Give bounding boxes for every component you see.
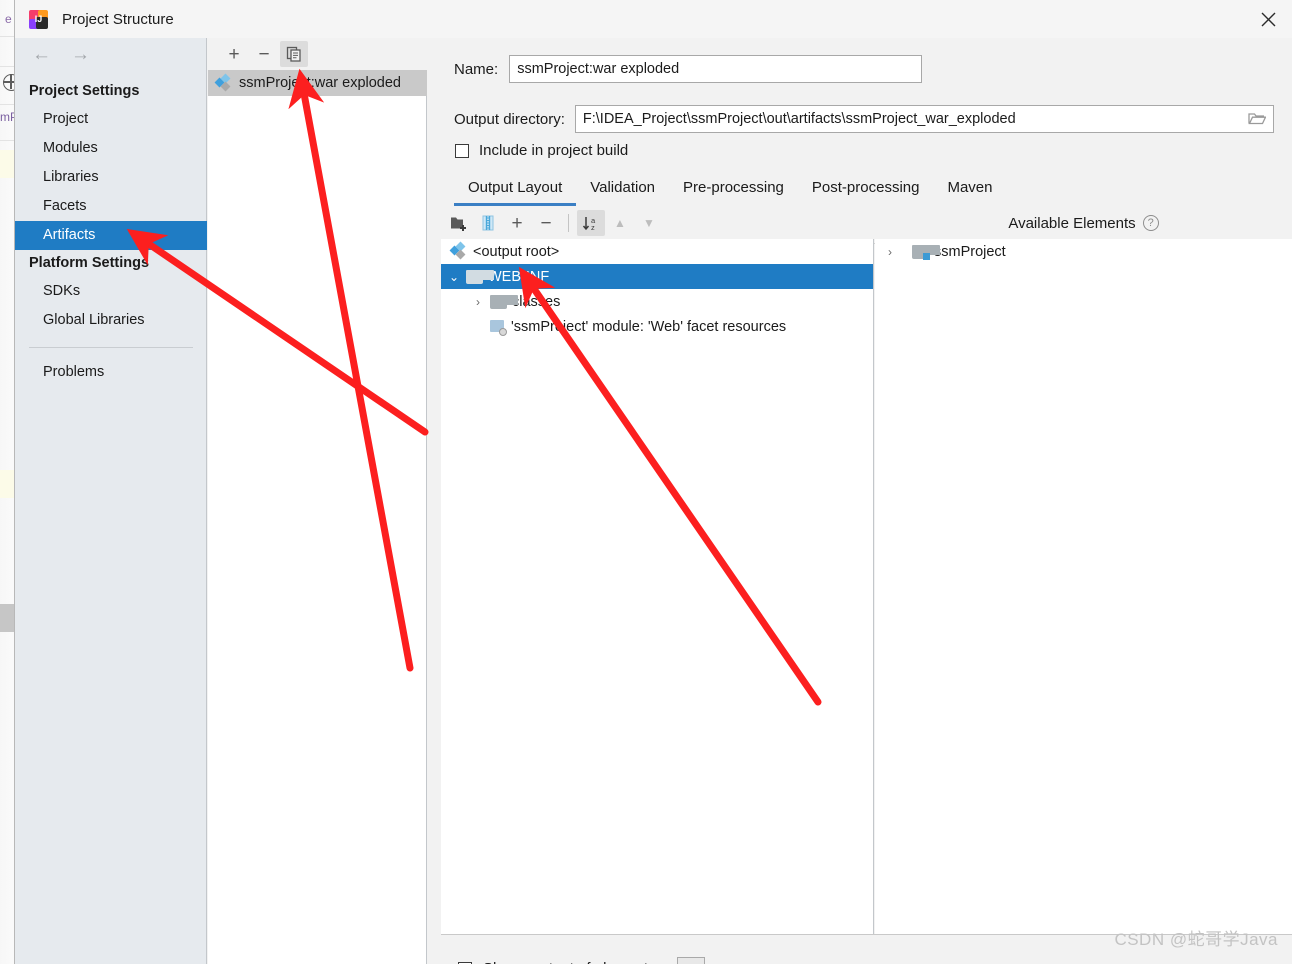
tree-node-label: WEB-INF [488, 268, 550, 285]
remove-element-button[interactable]: − [532, 210, 560, 236]
chevron-right-icon[interactable]: › [883, 245, 897, 259]
sort-az-icon[interactable]: a z [577, 210, 605, 236]
module-folder-icon [912, 244, 940, 260]
tab-validation[interactable]: Validation [576, 179, 669, 206]
include-in-build-text: Include in project build [479, 142, 629, 159]
artifact-list-item-label: ssmProject:war exploded [239, 75, 401, 91]
sidebar-group-title-platform-settings: Platform Settings [29, 255, 150, 271]
remove-artifact-button[interactable]: − [250, 41, 278, 67]
sidebar-item-libraries[interactable]: Libraries [15, 163, 207, 192]
available-elements-header: Available Elements ? [874, 207, 1292, 239]
project-structure-dialog: IJ Project Structure ← → Project Setting… [14, 0, 1292, 964]
tab-post-processing[interactable]: Post-processing [798, 179, 934, 206]
name-label: Name: [454, 60, 499, 78]
module-icon [490, 319, 507, 336]
arrow-left-icon[interactable]: ← [32, 45, 51, 64]
intellij-idea-icon: IJ [29, 9, 48, 29]
chevron-down-icon[interactable]: ⌄ [447, 270, 461, 284]
folder-add-icon[interactable] [445, 210, 473, 236]
tree-row[interactable]: › classes [441, 289, 873, 314]
output-layout-tree[interactable]: <output root> ⌄ WEB-INF › classes 'ssmPr… [441, 239, 874, 934]
settings-sidebar: ← → Project Settings Project Modules Lib… [15, 38, 207, 964]
copy-artifact-icon[interactable] [280, 41, 308, 67]
output-layout-toolbar: + − a z ▲ ▼ [441, 207, 874, 239]
toolbar-separator [568, 214, 569, 232]
folder-icon [490, 294, 518, 309]
include-in-build-row[interactable]: Include in project build [455, 142, 628, 159]
sidebar-item-project[interactable]: Project [15, 105, 207, 134]
csdn-watermark: CSDN @蛇哥学Java [1114, 930, 1278, 949]
tab-pre-processing[interactable]: Pre-processing [669, 179, 798, 206]
tab-maven[interactable]: Maven [933, 179, 1006, 206]
dialog-titlebar: IJ Project Structure [15, 0, 1292, 38]
tree-row[interactable]: <output root> [441, 239, 873, 264]
tree-node-label: 'ssmProject' module: 'Web' facet resourc… [511, 318, 787, 335]
name-input[interactable] [509, 55, 923, 83]
artifacts-list-panel: + − ssmProject:war exploded [208, 38, 427, 964]
tree-row[interactable]: › ssmProject [875, 239, 1292, 264]
tree-row[interactable]: 'ssmProject' module: 'Web' facet resourc… [441, 314, 873, 339]
artifact-icon [449, 241, 468, 260]
available-elements-label: Available Elements [1008, 214, 1136, 232]
tree-node-label: <output root> [473, 243, 560, 260]
sidebar-divider [29, 347, 193, 348]
name-field-row: Name: [454, 55, 1292, 83]
sidebar-nav-arrows: ← → [15, 38, 207, 70]
folder-icon [466, 269, 494, 284]
sidebar-item-artifacts[interactable]: Artifacts [15, 221, 207, 250]
arrow-right-icon[interactable]: → [71, 45, 90, 64]
output-directory-row: Output directory: [454, 105, 1292, 133]
chevron-right-icon[interactable]: › [471, 295, 485, 309]
close-icon[interactable] [1243, 0, 1292, 38]
artifact-list-item-ssmproject[interactable]: ssmProject:war exploded [208, 70, 427, 96]
add-copy-of-button[interactable]: + [503, 210, 531, 236]
artifacts-list-body[interactable] [208, 96, 427, 964]
folder-open-icon[interactable] [1248, 111, 1267, 126]
tree-row[interactable]: ⌄ WEB-INF [441, 264, 873, 289]
available-elements-tree[interactable]: › ssmProject [875, 239, 1292, 934]
move-down-button[interactable]: ▼ [635, 210, 663, 236]
more-options-button[interactable]: ... [676, 956, 705, 964]
svg-text:z: z [591, 223, 595, 232]
sidebar-item-problems[interactable]: Problems [15, 358, 207, 387]
sidebar-item-sdks[interactable]: SDKs [15, 277, 207, 306]
output-directory-input[interactable] [574, 105, 1274, 133]
include-in-build-checkbox[interactable] [455, 143, 469, 158]
move-up-button[interactable]: ▲ [606, 210, 634, 236]
help-icon[interactable]: ? [1142, 215, 1159, 231]
sidebar-group-title-project-settings: Project Settings [29, 83, 140, 99]
screenshot-root: e mP IJ Project Structure ← → Project Se… [0, 0, 1292, 964]
artifact-detail-panel: Name: Type: Web Application: Exploded ▾ … [428, 38, 1292, 964]
dialog-title: Project Structure [62, 10, 174, 28]
tree-node-label: classes [512, 293, 561, 310]
add-artifact-button[interactable]: + [220, 41, 248, 67]
sidebar-item-modules[interactable]: Modules [15, 134, 207, 163]
tree-node-label: ssmProject [934, 243, 1006, 260]
tab-output-layout[interactable]: Output Layout [454, 179, 577, 206]
output-directory-label: Output directory: [454, 110, 565, 128]
include-in-build-label: Include in project build [479, 142, 628, 159]
archive-icon[interactable] [474, 210, 502, 236]
sidebar-item-global-libraries[interactable]: Global Libraries [15, 306, 207, 335]
artifact-icon [214, 73, 233, 91]
detail-tabs: Output Layout Validation Pre-processing … [454, 172, 1292, 206]
sidebar-item-facets[interactable]: Facets [15, 192, 207, 221]
show-content-label: Show content of elements [483, 960, 656, 964]
artifacts-toolbar: + − [208, 38, 427, 70]
